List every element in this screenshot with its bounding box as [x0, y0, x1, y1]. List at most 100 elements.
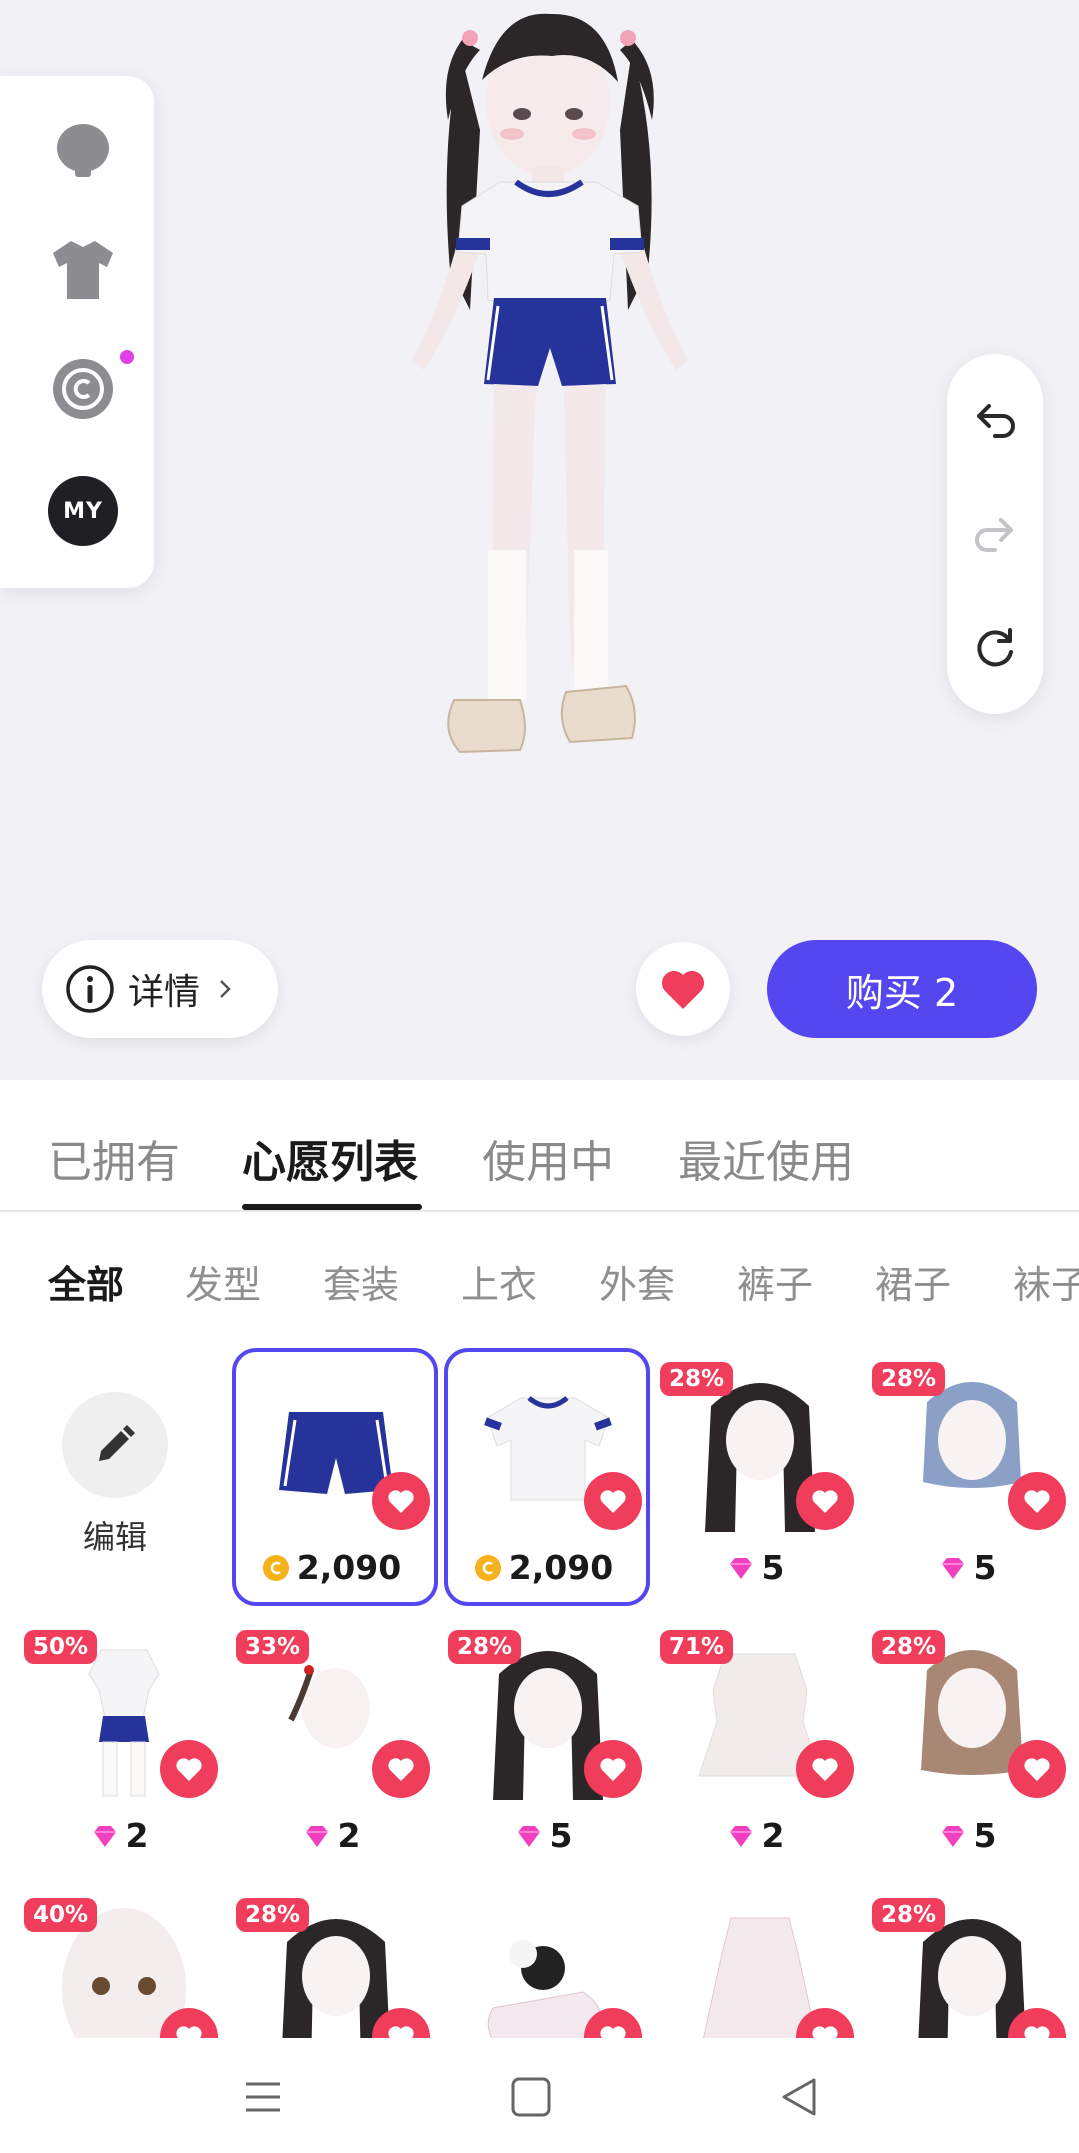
price-value: 2: [761, 1816, 785, 1855]
gem-icon: [93, 1825, 116, 1847]
system-nav-bar: [0, 2038, 1079, 2153]
wishlist-item[interactable]: 28%: [236, 1888, 434, 2038]
wishlist-item[interactable]: [448, 1888, 646, 2038]
wishlist-heart-button[interactable]: [160, 1740, 218, 1798]
new-indicator-dot: [120, 350, 134, 364]
wishlist-heart-button[interactable]: [372, 1472, 430, 1530]
category-all[interactable]: 全部: [48, 1254, 124, 1309]
details-button[interactable]: 详情: [42, 940, 278, 1038]
back-triangle-icon[interactable]: [776, 2074, 822, 2120]
wishlist-heart-button[interactable]: [1008, 1740, 1066, 1798]
head-tool-button[interactable]: [44, 112, 122, 190]
category-skirt[interactable]: 裙子: [875, 1254, 951, 1309]
wishlist-item[interactable]: 2,090: [232, 1348, 438, 1606]
discount-badge: 28%: [872, 1362, 946, 1396]
price-value: 2,090: [508, 1548, 614, 1587]
item-price: 2: [24, 1816, 214, 1855]
wishlist-heart-button[interactable]: [1008, 1472, 1066, 1530]
my-badge: MY: [48, 476, 118, 546]
my-tool-button[interactable]: MY: [44, 472, 122, 550]
discount-badge: 28%: [872, 1630, 946, 1664]
reset-button[interactable]: [965, 618, 1025, 678]
head-icon: [57, 124, 109, 177]
chevron-right-icon: [220, 980, 231, 998]
gem-icon: [517, 1825, 540, 1847]
gem-icon: [729, 1557, 752, 1579]
discount-badge: 40%: [24, 1898, 98, 1932]
heart-icon: [661, 970, 705, 1009]
menu-icon[interactable]: [240, 2074, 286, 2120]
wishlist-item[interactable]: 28% 5: [872, 1620, 1070, 1870]
item-price: 2,090: [448, 1548, 638, 1587]
wishlist-heart-button[interactable]: [796, 1472, 854, 1530]
wishlist-heart-button[interactable]: [796, 1740, 854, 1798]
details-label: 详情: [128, 972, 201, 1013]
clothing-tool-button[interactable]: [44, 230, 122, 308]
discount-badge: 33%: [236, 1630, 310, 1664]
avatar-figure[interactable]: [370, 10, 730, 1050]
discount-badge: 28%: [872, 1898, 946, 1932]
wishlist-heart-button[interactable]: [584, 1472, 642, 1530]
wishlist-heart-button[interactable]: [584, 1740, 642, 1798]
wishlist-item[interactable]: 28% 5: [660, 1352, 858, 1602]
tab-owned[interactable]: 已拥有: [48, 1126, 180, 1190]
gem-icon: [941, 1825, 964, 1847]
item-price: 2: [660, 1816, 850, 1855]
tab-in-use[interactable]: 使用中: [482, 1126, 614, 1190]
wishlist-item[interactable]: 50% 2: [24, 1620, 222, 1870]
price-value: 2,090: [296, 1548, 402, 1587]
category-set[interactable]: 套装: [323, 1254, 399, 1309]
favorite-button[interactable]: [636, 942, 730, 1036]
gem-icon: [941, 1557, 964, 1579]
coin-tool-button[interactable]: [44, 350, 122, 428]
price-value: 2: [125, 1816, 149, 1855]
category-socks[interactable]: 袜子: [1013, 1254, 1079, 1309]
tab-active-underline: [242, 1204, 422, 1210]
wishlist-heart-button[interactable]: [372, 1740, 430, 1798]
heart-icon: [388, 1490, 414, 1513]
price-value: 2: [337, 1816, 361, 1855]
history-toolbar: [947, 354, 1043, 714]
wishlist-item[interactable]: 28%: [872, 1888, 1070, 2038]
price-value: 5: [973, 1548, 997, 1587]
wishlist-item[interactable]: 28% 5: [448, 1620, 646, 1870]
wishlist-item[interactable]: [660, 1888, 858, 2038]
heart-icon: [600, 1490, 626, 1513]
home-square-icon[interactable]: [508, 2074, 554, 2120]
discount-badge: 28%: [660, 1362, 734, 1396]
shirt-icon: [53, 241, 113, 299]
wishlist-item[interactable]: 33% 2: [236, 1620, 434, 1870]
category-hairstyle[interactable]: 发型: [185, 1254, 261, 1309]
discount-badge: 71%: [660, 1630, 734, 1664]
wishlist-item[interactable]: 40%: [24, 1888, 222, 2038]
heart-icon: [600, 2026, 626, 2038]
wishlist-item[interactable]: 28% 5: [872, 1352, 1070, 1602]
wishlist-item[interactable]: 71% 2: [660, 1620, 858, 1870]
category-top[interactable]: 上衣: [461, 1254, 537, 1309]
wishlist-item[interactable]: 2,090: [444, 1348, 650, 1606]
tab-recently-used[interactable]: 最近使用: [678, 1126, 854, 1190]
category-jacket[interactable]: 外套: [599, 1254, 675, 1309]
avatar-stage: MY 详情 购买 2: [0, 0, 1079, 1080]
redo-button[interactable]: [965, 504, 1025, 564]
item-price: 5: [660, 1548, 850, 1587]
wishlist-grid: 编辑 2,090 2,090 28% 5 28% 5 50% 2 33% 2 28% 5 71% 2 28%…: [0, 1342, 1079, 2038]
edit-button[interactable]: 编辑: [62, 1392, 168, 1558]
undo-icon: [977, 404, 1015, 438]
heart-icon: [388, 1758, 414, 1781]
gem-icon: [729, 1825, 752, 1847]
heart-icon: [176, 1758, 202, 1781]
undo-button[interactable]: [965, 390, 1025, 450]
heart-icon: [176, 2026, 202, 2038]
discount-badge: 28%: [448, 1630, 522, 1664]
buy-button[interactable]: 购买 2: [767, 940, 1037, 1038]
coin-circle-icon: [53, 359, 113, 419]
heart-icon: [812, 1490, 838, 1513]
heart-icon: [812, 1758, 838, 1781]
category-pants[interactable]: 裤子: [737, 1254, 813, 1309]
edit-label: 编辑: [82, 1518, 147, 1556]
item-price: 5: [872, 1816, 1062, 1855]
tab-wishlist[interactable]: 心愿列表: [242, 1126, 418, 1190]
heart-icon: [600, 1758, 626, 1781]
gem-icon: [305, 1825, 328, 1847]
